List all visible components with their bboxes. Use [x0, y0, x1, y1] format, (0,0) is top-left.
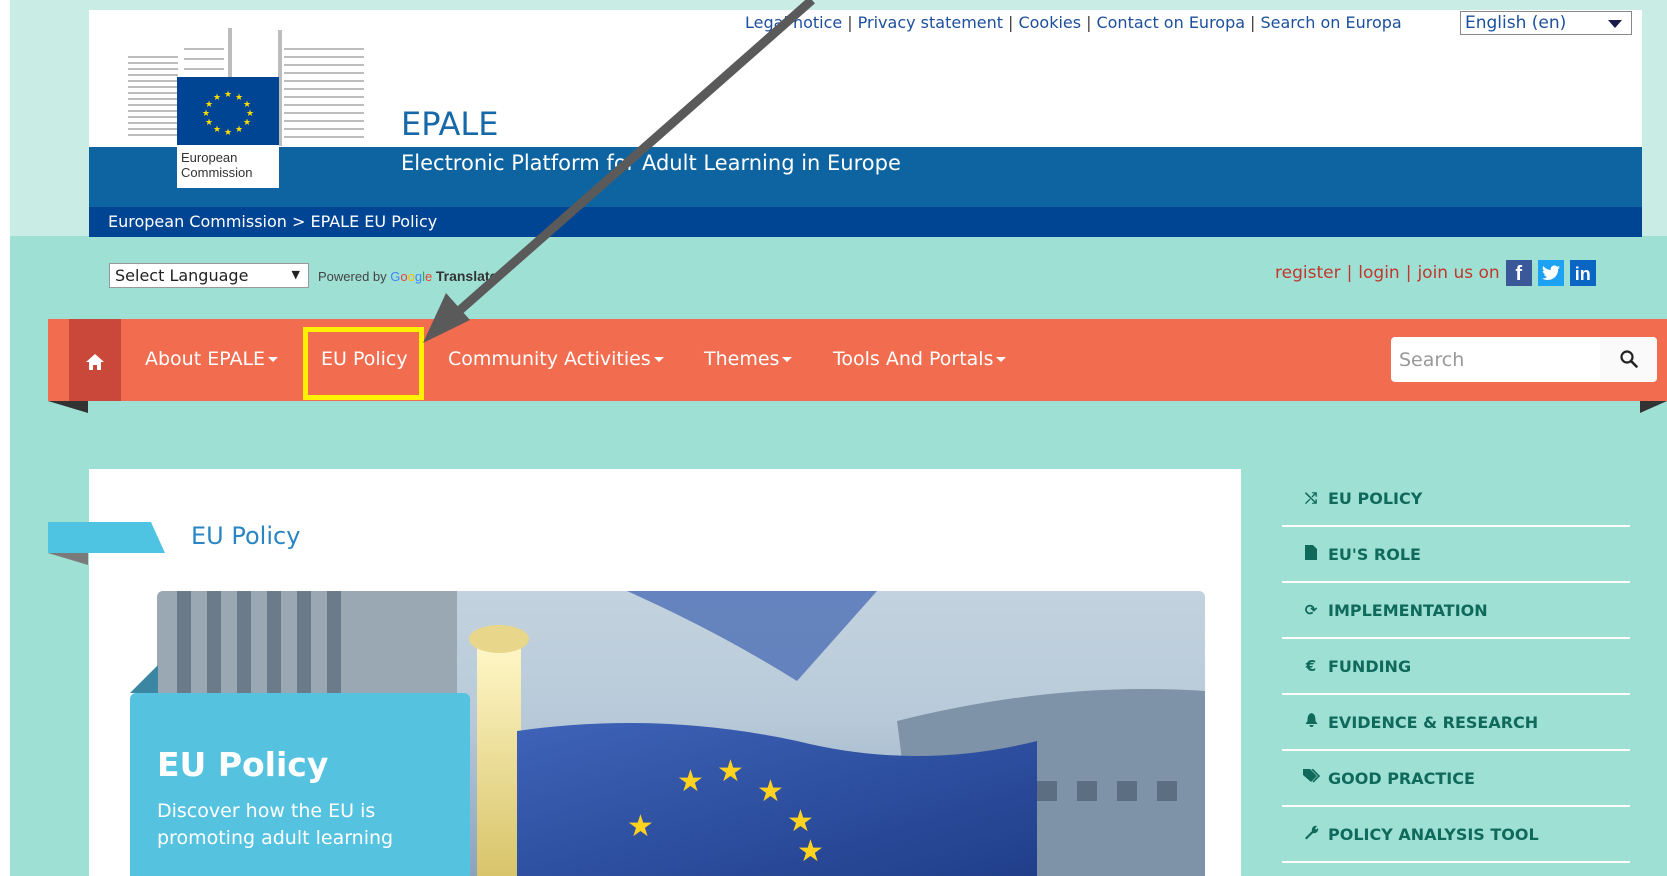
- link-separator: |: [1346, 263, 1353, 283]
- title-ribbon: [48, 522, 165, 553]
- legal-notice-link[interactable]: Legal notice: [745, 13, 842, 32]
- sidebar-item-eu-policy[interactable]: ⤭ EU POLICY: [1282, 471, 1630, 527]
- top-links: Legal notice | Privacy statement | Cooki…: [745, 13, 1402, 32]
- sidebar-item-good-practice[interactable]: GOOD PRACTICE: [1282, 751, 1630, 807]
- sidebar-item-funding[interactable]: € FUNDING: [1282, 639, 1630, 695]
- join-us-text: join us on: [1417, 263, 1500, 283]
- powered-by-text: Powered by: [318, 269, 387, 284]
- link-separator: |: [1086, 13, 1092, 32]
- link-separator: |: [1008, 13, 1014, 32]
- hero-box-fold: [130, 665, 158, 693]
- sidebar-menu: ⤭ EU POLICY EU'S ROLE ⟳ IMPLEMENTATION €…: [1282, 471, 1630, 863]
- contact-europa-link[interactable]: Contact on Europa: [1096, 13, 1245, 32]
- language-select-value: English (en): [1465, 13, 1567, 33]
- translate-language-select[interactable]: Select Language ▼: [109, 263, 309, 288]
- wrench-icon: [1302, 825, 1320, 844]
- sidebar-item-evidence-research[interactable]: EVIDENCE & RESEARCH: [1282, 695, 1630, 751]
- sidebar-item-label: EU'S ROLE: [1328, 544, 1421, 564]
- hero-description: Discover how the EU is promoting adult l…: [157, 800, 394, 849]
- site-subtitle: Electronic Platform for Adult Learning i…: [401, 151, 901, 175]
- svg-text:★: ★: [757, 774, 784, 809]
- dropdown-arrow-icon: [1608, 20, 1622, 28]
- caret-down-icon: [996, 357, 1007, 362]
- cookies-link[interactable]: Cookies: [1018, 13, 1081, 32]
- svg-text:★: ★: [205, 118, 213, 128]
- hero-title: EU Policy: [157, 745, 329, 784]
- svg-text:★: ★: [235, 93, 243, 103]
- powered-by-google-translate[interactable]: Powered by Google Translate: [318, 268, 497, 284]
- document-icon: [1302, 544, 1320, 564]
- nav-label: About EPALE: [145, 348, 266, 370]
- svg-text:★: ★: [717, 754, 744, 789]
- logo-text: European Commission: [177, 145, 279, 188]
- sidebar-item-label: POLICY ANALYSIS TOOL: [1328, 824, 1539, 844]
- shuffle-icon: ⤭: [1304, 489, 1317, 507]
- tags-icon: [1302, 768, 1320, 787]
- register-link[interactable]: register: [1275, 263, 1341, 283]
- nav-tools-and-portals[interactable]: Tools And Portals: [833, 348, 1007, 370]
- eu-flag-logo: ★ ★ ★ ★ ★ ★ ★ ★ ★ ★ ★ ★: [177, 77, 279, 145]
- link-separator: |: [847, 13, 853, 32]
- caret-down-icon: [782, 357, 793, 362]
- sidebar-item-implementation[interactable]: ⟳ IMPLEMENTATION: [1282, 583, 1630, 639]
- sidebar-item-label: FUNDING: [1328, 656, 1412, 676]
- caret-down-icon: [653, 357, 664, 362]
- sidebar-item-label: IMPLEMENTATION: [1328, 600, 1488, 620]
- linkedin-icon[interactable]: in: [1569, 260, 1596, 286]
- svg-text:★: ★: [213, 125, 221, 135]
- nav-themes[interactable]: Themes: [704, 348, 793, 370]
- google-logo: Google: [390, 269, 433, 284]
- svg-text:★: ★: [202, 109, 210, 119]
- facebook-icon[interactable]: f: [1505, 260, 1532, 286]
- nav-label: Community Activities: [448, 348, 651, 370]
- nav-about-epale[interactable]: About EPALE: [145, 348, 279, 370]
- sidebar-item-eus-role[interactable]: EU'S ROLE: [1282, 527, 1630, 583]
- nav-label: Themes: [704, 348, 780, 370]
- euro-icon: €: [1305, 657, 1317, 675]
- site-title[interactable]: EPALE: [401, 105, 498, 143]
- svg-text:★: ★: [627, 809, 654, 844]
- nav-community-activities[interactable]: Community Activities: [448, 348, 664, 370]
- sidebar-item-label: EU POLICY: [1328, 488, 1423, 508]
- sidebar-item-label: EVIDENCE & RESEARCH: [1328, 712, 1539, 732]
- nav-ribbon-fold: [48, 401, 88, 413]
- svg-text:★: ★: [213, 93, 221, 103]
- svg-text:★: ★: [205, 100, 213, 110]
- nav-label: Tools And Portals: [833, 348, 994, 370]
- search-icon: [1620, 350, 1638, 368]
- svg-text:★: ★: [677, 764, 704, 799]
- translate-text: Translate: [435, 268, 498, 284]
- search-europa-link[interactable]: Search on Europa: [1260, 13, 1401, 32]
- svg-text:★: ★: [243, 118, 251, 128]
- breadcrumb[interactable]: European Commission > EPALE EU Policy: [108, 212, 437, 231]
- page-title: EU Policy: [191, 522, 301, 550]
- twitter-icon[interactable]: [1537, 260, 1564, 286]
- search-input[interactable]: [1391, 337, 1596, 382]
- link-separator: |: [1250, 13, 1256, 32]
- language-select[interactable]: English (en): [1460, 11, 1632, 35]
- login-link[interactable]: login: [1358, 263, 1399, 283]
- svg-text:★: ★: [797, 834, 824, 869]
- refresh-icon: ⟳: [1304, 601, 1318, 619]
- sidebar-item-policy-analysis-tool[interactable]: POLICY ANALYSIS TOOL: [1282, 807, 1630, 863]
- caret-down-icon: [268, 357, 279, 362]
- svg-text:★: ★: [224, 128, 232, 138]
- translate-select-value: Select Language: [115, 266, 249, 285]
- sidebar-item-label: GOOD PRACTICE: [1328, 768, 1475, 788]
- privacy-statement-link[interactable]: Privacy statement: [858, 13, 1003, 32]
- nav-ribbon-fold: [1640, 401, 1667, 413]
- svg-text:★: ★: [224, 90, 232, 100]
- search-button[interactable]: [1600, 337, 1657, 382]
- eu-policy-highlight-box: [303, 327, 424, 400]
- bell-icon: [1302, 712, 1320, 732]
- link-separator: |: [1405, 263, 1412, 283]
- home-icon: [86, 354, 104, 370]
- user-links: register | login | join us on f in: [1275, 260, 1596, 286]
- title-ribbon-fold: [48, 553, 88, 565]
- svg-text:★: ★: [235, 125, 243, 135]
- dropdown-arrow-icon: ▼: [291, 268, 300, 281]
